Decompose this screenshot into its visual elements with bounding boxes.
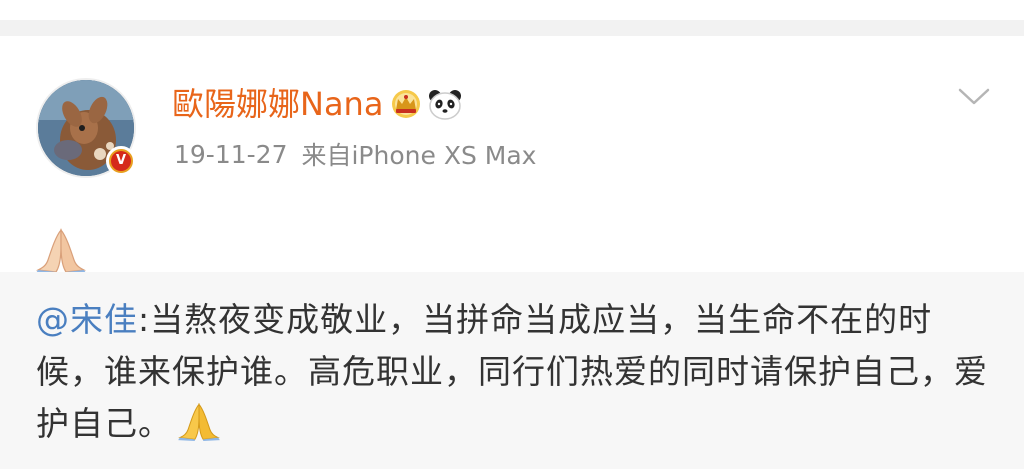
post-time: 19-11-27 xyxy=(174,139,288,169)
chevron-down-icon[interactable] xyxy=(957,86,991,108)
repost-text: @宋佳:当熬夜变成敬业，当拼命当成应当，当生命不在的时候，谁来保护谁。高危职业，… xyxy=(36,294,996,450)
post-divider xyxy=(0,20,1024,36)
previous-post-edge xyxy=(0,0,1024,20)
pray-emoji xyxy=(34,226,88,274)
avatar-container[interactable]: V xyxy=(36,78,136,178)
username[interactable]: 歐陽娜娜Nana xyxy=(172,84,383,124)
panda-icon[interactable] xyxy=(427,88,463,120)
crown-icon[interactable] xyxy=(389,89,423,119)
mention-separator: : xyxy=(138,300,151,339)
mention-link[interactable]: @宋佳 xyxy=(36,300,138,339)
verified-badge-icon: V xyxy=(106,146,136,176)
verified-badge-letter: V xyxy=(111,151,131,171)
username-row: 歐陽娜娜Nana xyxy=(172,84,463,124)
weibo-post-card: V 歐陽娜娜Nana 19-11-27 来自iPhone XS Max @宋佳:… xyxy=(0,36,1024,469)
repost-box[interactable]: @宋佳:当熬夜变成敬业，当拼命当成应当，当生命不在的时候，谁来保护谁。高危职业，… xyxy=(0,272,1024,469)
pray-emoji xyxy=(176,401,222,441)
post-meta: 19-11-27 来自iPhone XS Max xyxy=(174,136,536,172)
post-source: 来自iPhone XS Max xyxy=(301,141,537,170)
